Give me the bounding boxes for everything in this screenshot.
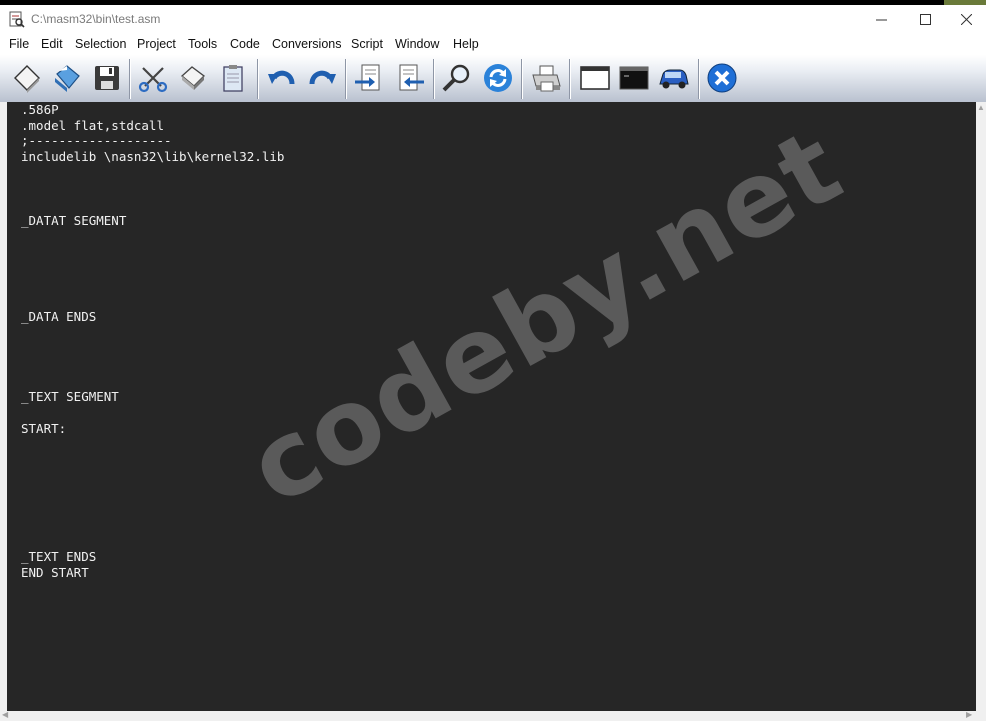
toolbar-separator	[345, 59, 347, 99]
print-icon	[532, 65, 561, 92]
horizontal-scrollbar[interactable]: ◀ ▶	[0, 710, 986, 721]
vertical-scrollbar[interactable]: ▲	[976, 102, 986, 711]
scroll-left-icon[interactable]: ◀	[2, 710, 8, 719]
app-icon	[9, 11, 25, 28]
menu-project[interactable]: Project	[137, 37, 176, 51]
redo-button[interactable]	[305, 61, 339, 95]
code-line: _DATAT SEGMENT	[21, 213, 127, 228]
code-line: ;-------------------	[21, 133, 172, 148]
code-line: _DATA ENDS	[21, 309, 97, 324]
import-button[interactable]	[352, 61, 386, 95]
window-button[interactable]	[578, 61, 612, 95]
scroll-right-icon[interactable]: ▶	[966, 710, 972, 719]
close-icon	[960, 14, 972, 25]
run-button[interactable]	[657, 61, 691, 95]
code-line: .586P	[21, 102, 59, 117]
watermark: codeby.net	[229, 104, 861, 529]
title-bar: C:\masm32\bin\test.asm	[0, 5, 986, 34]
toolbar	[0, 55, 986, 103]
maximize-icon	[919, 14, 931, 25]
find-icon	[442, 64, 470, 92]
code-editor[interactable]: .586P .model flat,stdcall ;-------------…	[7, 102, 976, 711]
copy-icon	[181, 66, 205, 90]
exit-icon	[707, 63, 737, 93]
refresh-button[interactable]	[481, 61, 515, 95]
menu-script[interactable]: Script	[351, 37, 383, 51]
print-button[interactable]	[529, 61, 563, 95]
console-button[interactable]	[617, 61, 651, 95]
maximize-button[interactable]	[902, 5, 948, 34]
paste-icon	[223, 65, 243, 92]
code-line: _TEXT ENDS	[21, 549, 97, 564]
toolbar-separator	[521, 59, 523, 99]
save-button[interactable]	[90, 61, 124, 95]
cut-icon	[138, 67, 168, 93]
save-icon	[95, 66, 119, 90]
redo-icon	[309, 70, 336, 85]
exit-button[interactable]	[705, 61, 739, 95]
paste-button[interactable]	[216, 61, 250, 95]
menu-tools[interactable]: Tools	[188, 37, 217, 51]
menu-selection[interactable]: Selection	[75, 37, 126, 51]
menu-edit[interactable]: Edit	[41, 37, 63, 51]
open-file-icon	[55, 65, 80, 92]
toolbar-separator	[129, 59, 131, 99]
open-file-button[interactable]	[50, 61, 84, 95]
code-line: .model flat,stdcall	[21, 118, 164, 133]
copy-button[interactable]	[176, 61, 210, 95]
toolbar-separator	[433, 59, 435, 99]
toolbar-separator	[698, 59, 700, 99]
code-line: END START	[21, 565, 89, 580]
menu-file[interactable]: File	[9, 37, 29, 51]
minimize-icon	[875, 19, 887, 21]
toolbar-separator	[257, 59, 259, 99]
export-icon	[399, 64, 424, 91]
code-line: START:	[21, 421, 67, 436]
code-line: includelib \nasn32\lib\kernel32.lib	[21, 149, 285, 164]
minimize-button[interactable]	[858, 5, 904, 34]
cut-button[interactable]	[136, 61, 170, 95]
scroll-up-icon[interactable]: ▲	[977, 103, 985, 112]
import-icon	[355, 64, 380, 91]
menu-help[interactable]: Help	[453, 37, 479, 51]
console-icon	[619, 66, 649, 90]
window-title: C:\masm32\bin\test.asm	[31, 12, 161, 26]
new-file-icon	[14, 65, 40, 93]
close-button[interactable]	[946, 5, 986, 34]
menu-bar: File Edit Selection Project Tools Code C…	[0, 34, 986, 55]
code-line: _TEXT SEGMENT	[21, 389, 119, 404]
find-button[interactable]	[440, 61, 474, 95]
toolbar-separator	[569, 59, 571, 99]
left-gutter	[0, 102, 7, 711]
new-file-button[interactable]	[10, 61, 44, 95]
menu-window[interactable]: Window	[395, 37, 439, 51]
refresh-icon	[484, 64, 512, 92]
undo-button[interactable]	[265, 61, 299, 95]
window-icon	[580, 66, 610, 90]
menu-conversions[interactable]: Conversions	[272, 37, 341, 51]
undo-icon	[268, 70, 295, 85]
run-icon	[659, 69, 689, 89]
export-button[interactable]	[393, 61, 427, 95]
menu-code[interactable]: Code	[230, 37, 260, 51]
